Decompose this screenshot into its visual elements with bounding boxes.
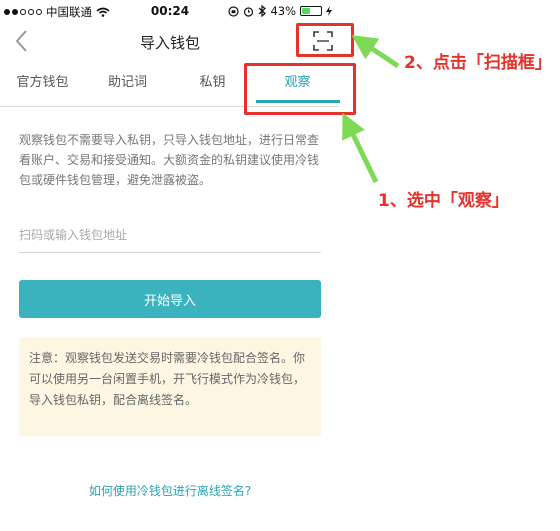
arrow-to-watch-tab: [342, 112, 379, 184]
annotation-arrows: [342, 35, 400, 184]
annotation-step2: 2、点击「扫描框」: [404, 53, 552, 73]
annotation-step1: 1、选中「观察」: [378, 191, 509, 211]
arrow-to-scan: [351, 35, 400, 69]
